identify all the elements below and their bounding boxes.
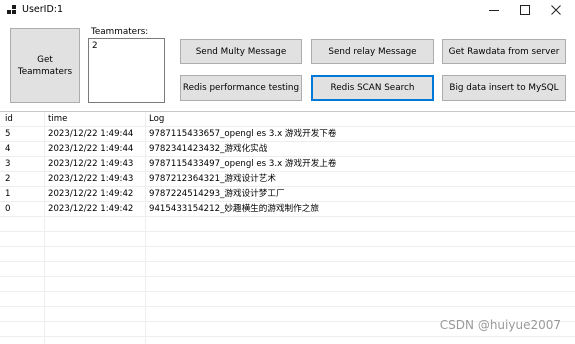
minimize-icon[interactable] bbox=[479, 0, 509, 20]
cell-log: 9787224514293_游戏设计梦工厂 bbox=[149, 189, 285, 199]
empty-row bbox=[0, 247, 575, 262]
empty-row bbox=[0, 262, 575, 277]
cell-id: 1 bbox=[5, 189, 11, 199]
log-grid[interactable]: id time Log 5 2023/12/22 1:49:44 9787115… bbox=[0, 111, 575, 344]
grid-header: id time Log bbox=[0, 112, 575, 127]
cell-id: 3 bbox=[5, 159, 11, 169]
get-rawdata-button[interactable]: Get Rawdata from server bbox=[442, 39, 566, 64]
cell-log: 9782341423432_游戏化实战 bbox=[149, 144, 268, 154]
title-bar: UserID:1 bbox=[0, 0, 575, 20]
close-icon[interactable] bbox=[541, 0, 571, 20]
cell-time: 2023/12/22 1:49:43 bbox=[48, 174, 134, 184]
redis-performance-button[interactable]: Redis performance testing bbox=[180, 75, 302, 101]
cell-log: 9787212364321_游戏设计艺术 bbox=[149, 174, 276, 184]
teammaters-textbox[interactable]: 2 bbox=[88, 38, 165, 103]
column-header-log[interactable]: Log bbox=[149, 112, 569, 127]
column-header-time[interactable]: time bbox=[48, 112, 144, 127]
empty-row bbox=[0, 277, 575, 292]
watermark: CSDN @huiyue2007 bbox=[439, 318, 561, 332]
cell-id: 5 bbox=[5, 129, 11, 139]
maximize-icon[interactable] bbox=[510, 0, 540, 20]
empty-row bbox=[0, 292, 575, 307]
table-row[interactable]: 1 2023/12/22 1:49:42 9787224514293_游戏设计梦… bbox=[0, 187, 575, 202]
cell-id: 2 bbox=[5, 174, 11, 184]
send-multy-message-button[interactable]: Send Multy Message bbox=[180, 39, 302, 64]
big-data-insert-button[interactable]: Big data insert to MySQL bbox=[442, 75, 566, 101]
cell-log: 9787115433657_opengl es 3.x 游戏开发下卷 bbox=[149, 129, 337, 139]
cell-id: 4 bbox=[5, 144, 11, 154]
teammaters-label: Teammaters: bbox=[91, 27, 149, 37]
cell-log: 9787115433497_opengl es 3.x 游戏开发上卷 bbox=[149, 159, 337, 169]
cell-time: 2023/12/22 1:49:42 bbox=[48, 189, 134, 199]
window-title: UserID:1 bbox=[22, 4, 64, 15]
cell-time: 2023/12/22 1:49:42 bbox=[48, 204, 134, 214]
cell-log: 9415433154212_妙趣横生的游戏制作之旅 bbox=[149, 204, 319, 214]
table-row[interactable]: 2 2023/12/22 1:49:43 9787212364321_游戏设计艺… bbox=[0, 172, 575, 187]
get-teammaters-button[interactable]: Get Teammaters bbox=[10, 28, 80, 103]
table-row[interactable]: 0 2023/12/22 1:49:42 9415433154212_妙趣横生的… bbox=[0, 202, 575, 217]
app-icon bbox=[7, 5, 17, 15]
empty-row bbox=[0, 232, 575, 247]
table-row[interactable]: 4 2023/12/22 1:49:44 9782341423432_游戏化实战 bbox=[0, 142, 575, 157]
column-header-id[interactable]: id bbox=[5, 112, 43, 127]
table-row[interactable]: 3 2023/12/22 1:49:43 9787115433497_openg… bbox=[0, 157, 575, 172]
redis-scan-search-button[interactable]: Redis SCAN Search bbox=[311, 75, 434, 101]
empty-row bbox=[0, 217, 575, 232]
cell-time: 2023/12/22 1:49:43 bbox=[48, 159, 134, 169]
table-row[interactable]: 5 2023/12/22 1:49:44 9787115433657_openg… bbox=[0, 127, 575, 142]
send-relay-message-button[interactable]: Send relay Message bbox=[311, 39, 434, 64]
cell-time: 2023/12/22 1:49:44 bbox=[48, 129, 134, 139]
cell-time: 2023/12/22 1:49:44 bbox=[48, 144, 134, 154]
cell-id: 0 bbox=[5, 204, 11, 214]
